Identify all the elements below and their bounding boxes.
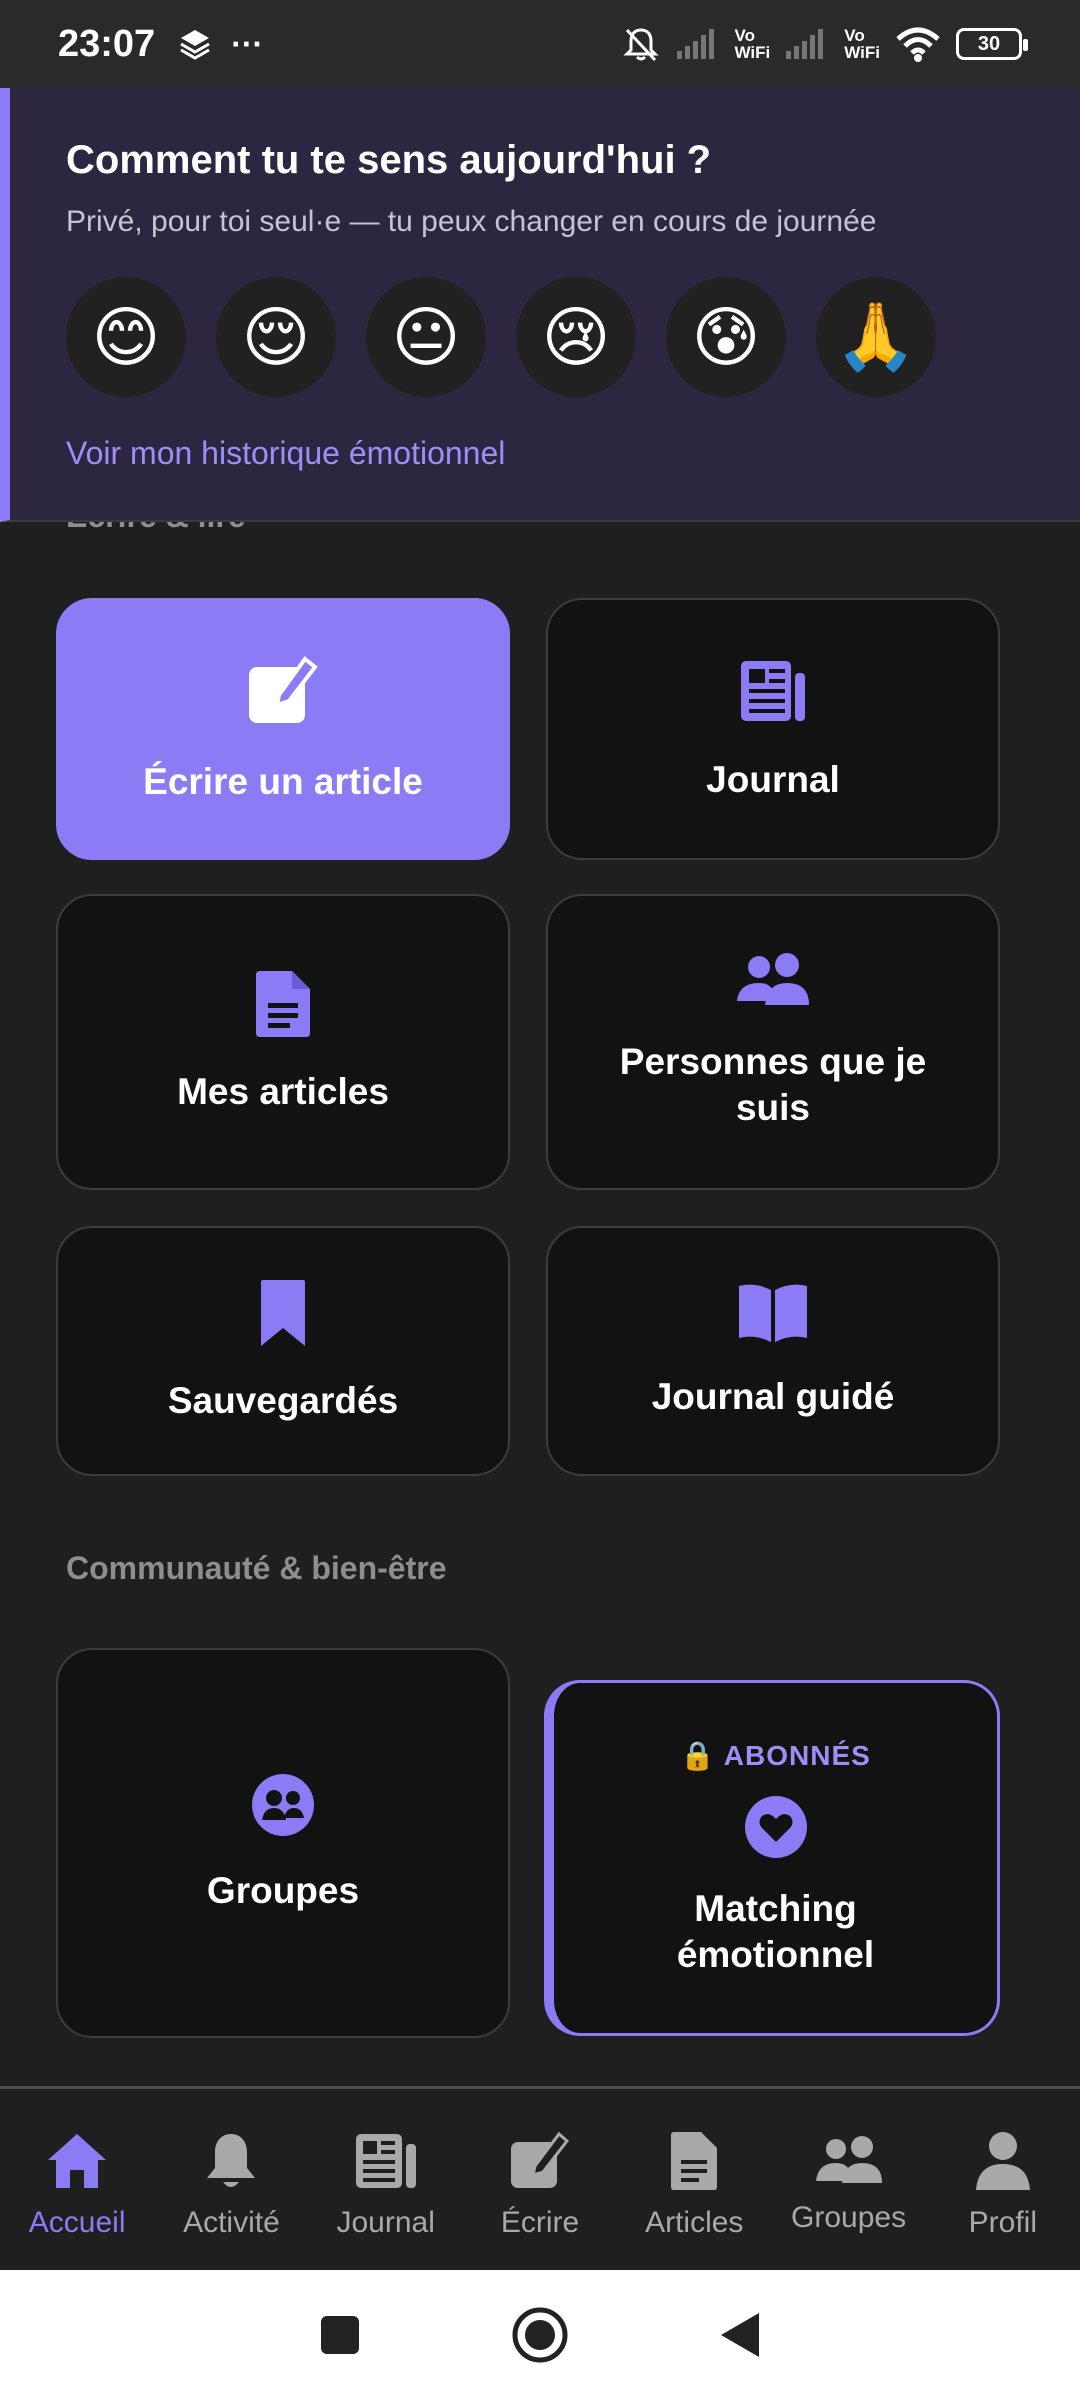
matching-card[interactable]: 🔒 ABONNÉS Matching émotionnel bbox=[544, 1680, 1000, 2036]
journal-card[interactable]: Journal bbox=[546, 598, 1000, 860]
following-label: Personnes que je suis bbox=[619, 1041, 927, 1128]
my-articles-label: Mes articles bbox=[177, 1071, 389, 1112]
newspaper-icon bbox=[741, 661, 805, 721]
mood-sad-button[interactable]: 😢 bbox=[516, 277, 636, 397]
group-circle-icon bbox=[252, 1774, 314, 1836]
nav-label-home: Accueil bbox=[28, 2205, 126, 2239]
vowifi-label-2: Vo WiFi bbox=[844, 26, 880, 62]
guided-journal-card[interactable]: Journal guidé bbox=[546, 1226, 1000, 1476]
app-notification-icon bbox=[180, 30, 210, 60]
following-card[interactable]: Personnes que je suis bbox=[546, 894, 1000, 1190]
recents-square-icon[interactable] bbox=[319, 2314, 361, 2356]
nav-label-activity: Activité bbox=[183, 2205, 280, 2239]
my-articles-card[interactable]: Mes articles bbox=[56, 894, 510, 1190]
nav-item-journal[interactable]: Journal bbox=[311, 2130, 461, 2240]
crying-emoji-icon: 😢 bbox=[541, 298, 611, 376]
mood-selector: 😊 😌 😐 😢 😰 🙏 bbox=[66, 277, 1080, 397]
users-icon bbox=[815, 2135, 882, 2183]
vowifi-label-1: Vo WiFi bbox=[734, 26, 771, 62]
groups-label: Groupes bbox=[206, 1870, 360, 1911]
nav-item-groups[interactable]: Groupes bbox=[774, 2135, 924, 2235]
mood-title: Comment tu te sens aujourd'hui ? bbox=[66, 138, 712, 182]
praying-hands-emoji-icon: 🙏 bbox=[834, 298, 918, 375]
matching-label: Matching émotionnel bbox=[676, 1887, 875, 1975]
nav-item-home[interactable]: Accueil bbox=[2, 2130, 152, 2240]
nav-item-write[interactable]: Écrire bbox=[465, 2130, 615, 2240]
journal-label: Journal bbox=[706, 759, 840, 800]
mood-anxious-button[interactable]: 😰 bbox=[666, 277, 786, 397]
bell-icon bbox=[207, 2133, 256, 2187]
app-screen: 23:07 ··· Vo WiFi Vo WiFi 30 Comment tu … bbox=[0, 0, 1080, 2400]
mood-happy-button[interactable]: 😊 bbox=[66, 277, 186, 397]
nav-label-journal: Journal bbox=[336, 2205, 435, 2239]
signal-icon bbox=[676, 29, 714, 59]
nav-item-activity[interactable]: Activité bbox=[156, 2130, 306, 2240]
user-icon bbox=[975, 2131, 1030, 2190]
saved-label: Sauvegardés bbox=[167, 1380, 399, 1421]
nav-label-profile: Profil bbox=[968, 2205, 1037, 2239]
open-book-icon bbox=[739, 1284, 807, 1342]
home-circle-icon[interactable] bbox=[511, 2306, 569, 2364]
nav-label-articles: Articles bbox=[645, 2205, 744, 2239]
groups-card[interactable]: Groupes bbox=[56, 1648, 510, 2038]
newspaper-icon bbox=[355, 2133, 416, 2188]
status-time: 23:07 bbox=[58, 22, 156, 65]
mood-history-link[interactable]: Voir mon historique émotionnel bbox=[66, 435, 1080, 472]
mood-neutral-button[interactable]: 😐 bbox=[366, 277, 486, 397]
relieved-emoji-icon: 😌 bbox=[241, 298, 311, 376]
neutral-emoji-icon: 😐 bbox=[391, 298, 461, 376]
system-nav-bar bbox=[0, 2270, 1080, 2400]
nav-label-write: Écrire bbox=[500, 2205, 580, 2239]
mood-grateful-button[interactable]: 🙏 bbox=[816, 277, 936, 397]
edit-icon bbox=[249, 656, 318, 723]
home-icon bbox=[48, 2133, 107, 2188]
edit-icon bbox=[510, 2131, 570, 2188]
document-icon bbox=[671, 2131, 718, 2190]
heart-circle-icon bbox=[744, 1795, 807, 1858]
write-article-label: Écrire un article bbox=[143, 761, 423, 802]
document-icon bbox=[256, 971, 310, 1037]
status-bar: 23:07 ··· Vo WiFi Vo WiFi 30 bbox=[0, 0, 1080, 88]
mood-banner: Comment tu te sens aujourd'hui ? Privé, … bbox=[0, 88, 1080, 522]
mood-subtitle: Privé, pour toi seul·e — tu peux changer… bbox=[66, 205, 877, 238]
back-triangle-icon[interactable] bbox=[719, 2311, 761, 2359]
anxious-emoji-icon: 😰 bbox=[691, 298, 761, 376]
battery-level: 30 bbox=[977, 32, 1001, 55]
muted-bell-icon bbox=[622, 28, 659, 62]
signal-icon-2 bbox=[786, 29, 824, 59]
bottom-nav: Accueil Activité Journal Écrire Articles… bbox=[0, 2086, 1080, 2270]
happy-emoji-icon: 😊 bbox=[91, 298, 161, 376]
nav-item-articles[interactable]: Articles bbox=[619, 2130, 769, 2240]
nav-item-profile[interactable]: Profil bbox=[928, 2130, 1078, 2240]
users-icon bbox=[737, 953, 809, 1005]
subscribers-badge: 🔒 ABONNÉS bbox=[680, 1739, 871, 1771]
battery-indicator: 30 bbox=[956, 28, 1028, 60]
mood-calm-button[interactable]: 😌 bbox=[216, 277, 336, 397]
more-notifications-icon: ··· bbox=[231, 25, 264, 62]
write-article-card[interactable]: Écrire un article bbox=[56, 598, 510, 860]
wifi-icon bbox=[896, 27, 940, 62]
section-heading-community: Communauté & bien-être bbox=[66, 1550, 447, 1586]
bookmark-icon bbox=[261, 1280, 305, 1346]
guided-journal-label: Journal guidé bbox=[651, 1376, 895, 1417]
nav-label-groups: Groupes bbox=[791, 2200, 907, 2234]
saved-card[interactable]: Sauvegardés bbox=[56, 1226, 510, 1476]
